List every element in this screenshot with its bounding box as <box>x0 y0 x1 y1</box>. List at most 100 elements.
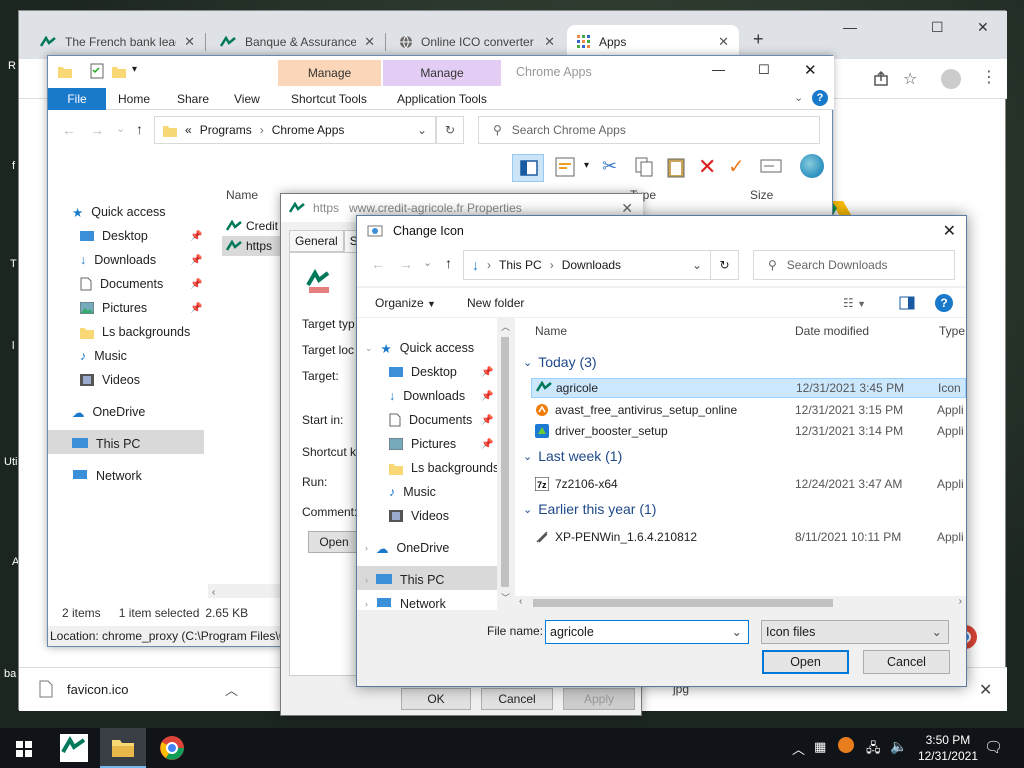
nav-onedrive[interactable]: ☁ OneDrive <box>72 402 145 422</box>
download-item-label[interactable]: favicon.ico <box>67 682 128 697</box>
horizontal-scrollbar[interactable]: ‹ <box>208 584 288 598</box>
file-type-select[interactable]: Icon files ⌄ <box>761 620 949 644</box>
check-icon[interactable]: ✓ <box>728 154 745 179</box>
open-button[interactable]: Open <box>762 650 849 674</box>
open-file-location-button[interactable]: Open <box>308 531 360 553</box>
scroll-down-icon[interactable]: ﹀ <box>501 591 510 604</box>
dialog-search-input[interactable]: ⚲ Search Downloads <box>753 250 955 280</box>
close-icon[interactable]: ✕ <box>544 34 555 50</box>
cut-icon[interactable]: ✂ <box>602 156 617 177</box>
column-header-size[interactable]: Size <box>750 188 773 202</box>
nav-pane-scrollbar[interactable]: ︿ ﹀ <box>497 318 513 610</box>
preview-pane-icon[interactable] <box>512 154 544 182</box>
breadcrumb-programs[interactable]: Programs <box>200 123 252 137</box>
group-header-last-week[interactable]: ⌄ Last week (1) <box>523 448 622 464</box>
forward-arrow-icon[interactable]: → <box>399 256 413 272</box>
nav-ls-backgrounds[interactable]: Ls backgrounds <box>80 322 190 342</box>
chevron-down-icon[interactable]: ⌄ <box>794 91 803 104</box>
nav-quick-access[interactable]: ★ Quick access <box>72 202 166 222</box>
scroll-right-icon[interactable]: › <box>959 596 962 607</box>
cancel-button[interactable]: Cancel <box>863 650 950 674</box>
network-tray-icon[interactable]: 🖧 <box>866 739 881 761</box>
up-arrow-icon[interactable]: ↑ <box>136 121 143 137</box>
refresh-icon[interactable]: ↻ <box>436 116 464 144</box>
system-clock[interactable]: 3:50 PM 12/31/2021 <box>918 732 978 764</box>
tab-application-tools[interactable]: Application Tools <box>397 88 487 110</box>
close-icon[interactable]: ✕ <box>364 34 375 50</box>
chevron-up-icon[interactable]: ︿ <box>792 739 805 758</box>
share-icon[interactable] <box>873 71 889 87</box>
pin-icon[interactable]: 📌 <box>190 303 202 314</box>
nav-this-pc[interactable]: › This PC <box>365 570 444 590</box>
breadcrumb-overflow[interactable]: « <box>185 123 192 137</box>
file-row[interactable]: Credit <box>226 217 286 235</box>
chrome-tab[interactable]: Banque & Assurance ✕ <box>209 25 385 59</box>
apply-button[interactable]: Apply <box>563 688 635 710</box>
volume-icon[interactable]: 🔈 <box>890 738 907 755</box>
pin-icon[interactable]: 📌 <box>190 231 202 242</box>
new-tab-icon[interactable]: + <box>753 29 764 50</box>
preview-pane-icon[interactable] <box>899 296 915 310</box>
nav-pictures[interactable]: Pictures 📌 <box>80 298 202 318</box>
pin-icon[interactable]: 📌 <box>190 255 202 266</box>
breadcrumb-downloads[interactable]: Downloads <box>562 258 621 272</box>
delete-icon[interactable]: ✕ <box>698 154 716 180</box>
close-window-icon[interactable]: ✕ <box>977 19 989 36</box>
more-menu-icon[interactable]: ⋮ <box>981 67 997 87</box>
column-header-name[interactable]: Name <box>535 324 567 338</box>
nav-pictures[interactable]: Pictures 📌 <box>389 434 493 454</box>
profile-avatar-icon[interactable] <box>941 69 961 89</box>
paste-icon[interactable] <box>666 156 686 178</box>
group-header-earlier-this-year[interactable]: ⌄ Earlier this year (1) <box>523 501 656 517</box>
nav-documents[interactable]: Documents 📌 <box>389 410 493 430</box>
new-folder-icon[interactable] <box>112 64 126 78</box>
bookmark-star-icon[interactable]: ☆ <box>903 69 917 89</box>
recent-dropdown-icon[interactable]: ⌄ <box>423 256 432 269</box>
forward-arrow-icon[interactable]: → <box>90 122 104 138</box>
scroll-up-icon[interactable]: ︿ <box>501 320 510 333</box>
quick-access-dropdown-icon[interactable]: ▾ <box>132 64 137 75</box>
maximize-icon[interactable]: ☐ <box>931 19 944 36</box>
tab-home[interactable]: Home <box>118 88 150 110</box>
close-window-icon[interactable]: ✕ <box>804 61 817 79</box>
tab-share[interactable]: Share <box>177 88 209 110</box>
help-icon[interactable]: ? <box>935 294 953 312</box>
nav-this-pc[interactable]: This PC <box>72 434 140 454</box>
nav-videos[interactable]: Videos <box>389 506 449 526</box>
nav-downloads[interactable]: ↓ Downloads 📌 <box>389 386 493 406</box>
organize-button[interactable]: Organize ▼ <box>375 296 436 310</box>
back-arrow-icon[interactable]: ← <box>62 122 76 138</box>
tab-view[interactable]: View <box>234 88 260 110</box>
credit-agricole-taskbar-icon[interactable] <box>60 734 88 762</box>
chevron-down-icon[interactable]: ⌄ <box>417 123 427 137</box>
file-row[interactable]: driver_booster_setup 12/31/2021 3:14 PM … <box>531 421 966 441</box>
chrome-tab-active[interactable]: Apps ✕ <box>567 25 739 59</box>
pin-icon[interactable]: 📌 <box>481 367 493 378</box>
close-icon[interactable]: ✕ <box>718 34 729 50</box>
group-header-today[interactable]: ⌄ Today (3) <box>523 354 597 370</box>
scroll-left-icon[interactable]: ‹ <box>519 596 522 607</box>
column-header-date[interactable]: Date modified <box>795 324 869 338</box>
scroll-thumb[interactable] <box>501 337 509 587</box>
nav-quick-access[interactable]: ⌄ ★ Quick access <box>365 338 474 358</box>
file-row[interactable]: avast_free_antivirus_setup_online 12/31/… <box>531 400 966 420</box>
chevron-down-icon[interactable]: ⌄ <box>692 258 702 272</box>
nav-music[interactable]: ♪ Music <box>80 346 127 366</box>
nav-onedrive[interactable]: › ☁ OneDrive <box>365 538 449 558</box>
address-bar[interactable]: « Programs › Chrome Apps ⌄ <box>154 116 436 144</box>
file-row-selected[interactable]: agricole 12/31/2021 3:45 PM Icon <box>531 378 966 398</box>
scroll-thumb[interactable] <box>533 599 833 607</box>
chevron-down-icon[interactable]: ▾ <box>584 160 589 171</box>
nav-videos[interactable]: Videos <box>80 370 140 390</box>
close-icon[interactable]: ✕ <box>621 200 633 217</box>
view-options-icon[interactable]: ☷ ▼ <box>843 296 866 310</box>
chevron-up-icon[interactable]: ︿ <box>225 680 238 699</box>
file-explorer-taskbar-icon[interactable] <box>100 728 146 768</box>
system-tray-icon[interactable]: ▦ <box>814 739 826 755</box>
nav-desktop[interactable]: Desktop 📌 <box>389 362 493 382</box>
pin-icon[interactable]: 📌 <box>481 391 493 402</box>
minimize-icon[interactable]: — <box>712 62 725 77</box>
nav-desktop[interactable]: Desktop 📌 <box>80 226 202 246</box>
nav-network[interactable]: › Network <box>365 598 446 610</box>
manage-shortcut-context[interactable]: Manage <box>278 60 381 86</box>
